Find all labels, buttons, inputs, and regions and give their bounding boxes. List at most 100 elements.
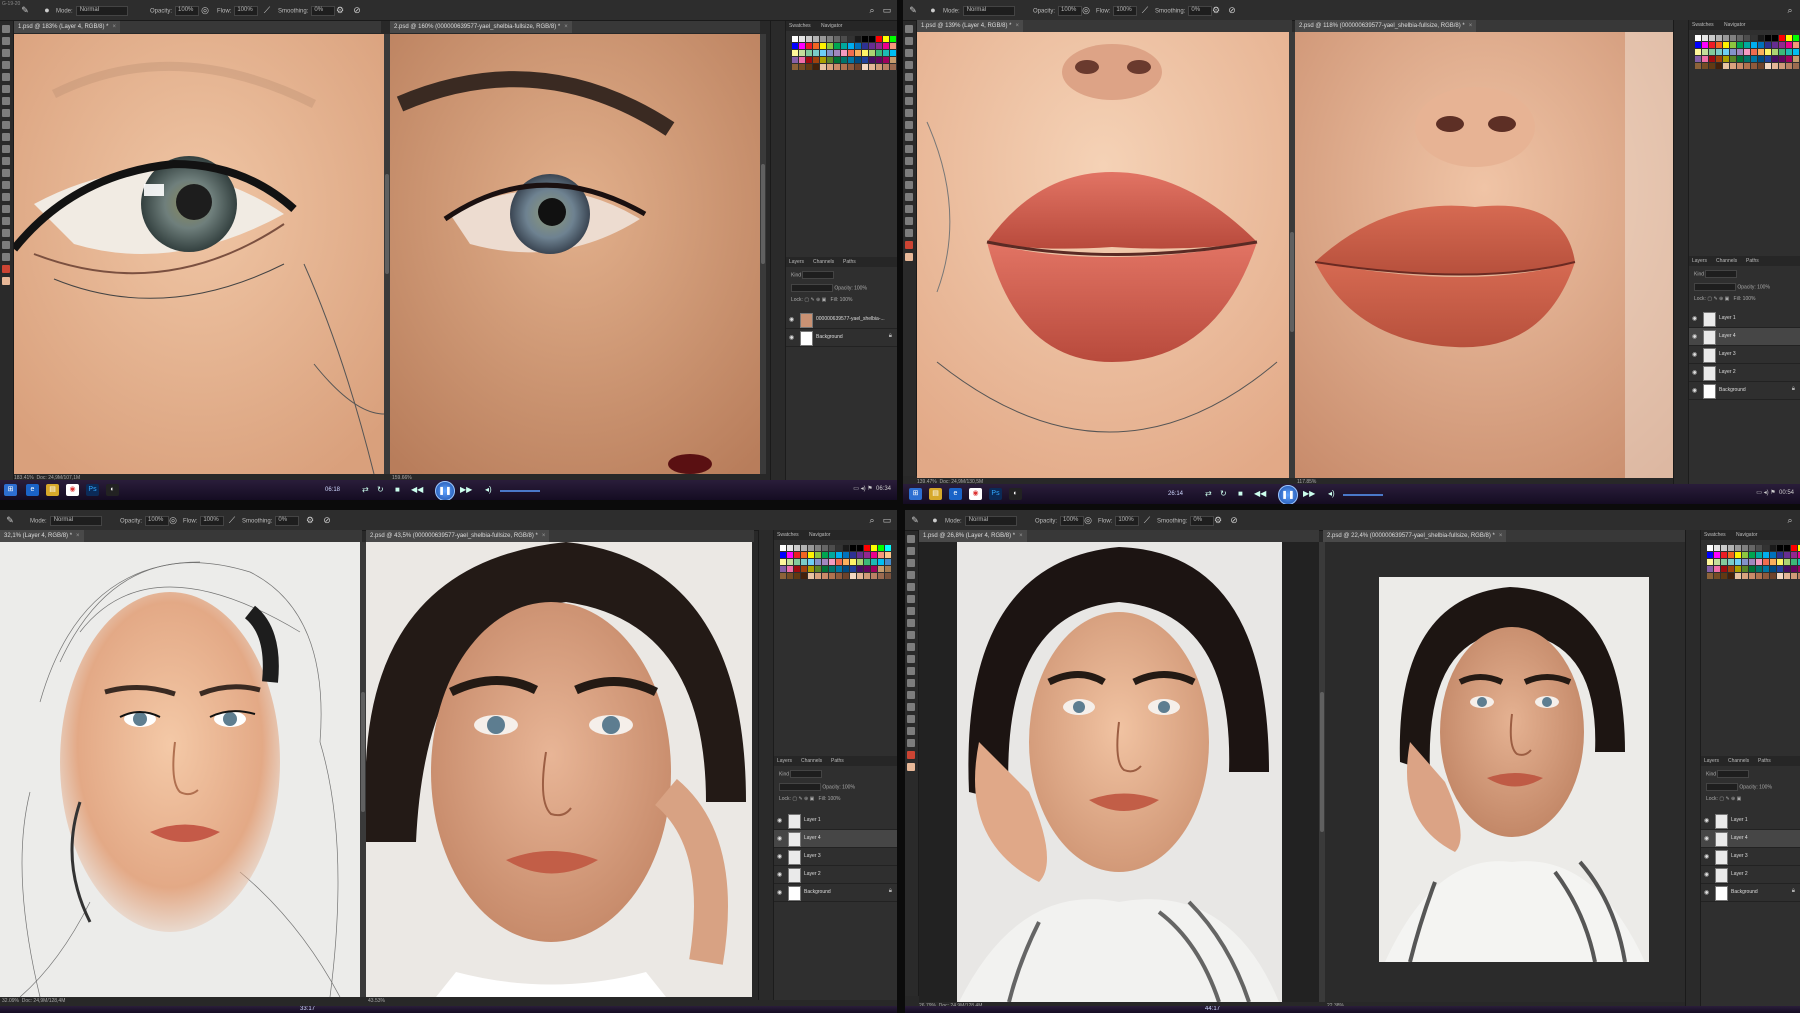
color-swatch[interactable] xyxy=(780,559,786,565)
reference-canvas[interactable] xyxy=(1295,32,1673,478)
tab-channels[interactable]: Channels xyxy=(1728,758,1749,764)
close-tab-icon[interactable]: × xyxy=(1019,533,1023,539)
color-swatch[interactable] xyxy=(1749,573,1755,579)
color-swatch[interactable] xyxy=(820,50,826,56)
color-swatch[interactable] xyxy=(1714,559,1720,565)
fast-forward-icon[interactable]: ▶▶ xyxy=(1303,489,1315,498)
visibility-eye-icon[interactable]: ◉ xyxy=(789,334,794,341)
color-swatch[interactable] xyxy=(1737,63,1743,69)
color-swatch[interactable] xyxy=(841,36,847,42)
color-swatch[interactable] xyxy=(834,43,840,49)
close-tab-icon[interactable]: × xyxy=(76,533,80,539)
color-swatch[interactable] xyxy=(876,43,882,49)
color-swatch[interactable] xyxy=(843,559,849,565)
settings-gear-icon[interactable]: ⚙ xyxy=(1211,5,1221,15)
color-swatch[interactable] xyxy=(780,566,786,572)
smoothing-control[interactable]: Smoothing: 0% xyxy=(278,6,336,16)
layer-row[interactable]: ◉ Background 🔒︎ xyxy=(786,329,897,347)
color-swatch[interactable] xyxy=(1730,56,1736,62)
color-swatch[interactable] xyxy=(1793,35,1799,41)
tab-swatches[interactable]: Swatches xyxy=(1692,22,1714,28)
color-swatch[interactable] xyxy=(878,566,884,572)
blur-tool-icon[interactable] xyxy=(2,169,10,177)
color-swatch[interactable] xyxy=(1737,49,1743,55)
color-swatch[interactable] xyxy=(806,36,812,42)
marquee-tool-icon[interactable] xyxy=(907,547,915,555)
document-tab-1[interactable]: 1.psd @ 183% (Layer 4, RGB/8) * × xyxy=(14,21,381,33)
color-swatch[interactable] xyxy=(890,43,896,49)
color-swatch[interactable] xyxy=(822,566,828,572)
color-swatch[interactable] xyxy=(1702,42,1708,48)
color-swatch[interactable] xyxy=(871,566,877,572)
swatch-grid[interactable] xyxy=(780,545,891,579)
color-swatch[interactable] xyxy=(871,552,877,558)
photoshop-icon[interactable]: Ps xyxy=(989,488,1002,500)
painting-canvas[interactable] xyxy=(919,542,1319,1002)
color-swatch[interactable] xyxy=(1744,42,1750,48)
color-swatch[interactable] xyxy=(806,43,812,49)
color-swatch[interactable] xyxy=(883,50,889,56)
color-swatch[interactable] xyxy=(1709,63,1715,69)
color-swatch[interactable] xyxy=(1749,566,1755,572)
color-swatch[interactable] xyxy=(801,566,807,572)
color-swatch[interactable] xyxy=(820,36,826,42)
color-swatch[interactable] xyxy=(834,50,840,56)
color-swatch[interactable] xyxy=(1749,545,1755,551)
visibility-eye-icon[interactable]: ◉ xyxy=(1692,351,1697,358)
fast-forward-icon[interactable]: ▶▶ xyxy=(460,485,472,494)
visibility-eye-icon[interactable]: ◉ xyxy=(777,835,782,842)
tab-paths[interactable]: Paths xyxy=(843,259,856,265)
color-swatch[interactable] xyxy=(1765,63,1771,69)
media-player-icon[interactable]: ◐ xyxy=(1009,488,1022,500)
color-swatch[interactable] xyxy=(1716,63,1722,69)
color-swatch[interactable] xyxy=(1791,545,1797,551)
color-swatch[interactable] xyxy=(890,36,896,42)
tab-reference[interactable]: 2.psd @ 43,5% (000000639577-yael_shelbia… xyxy=(366,530,550,542)
color-swatch[interactable] xyxy=(869,50,875,56)
color-swatch[interactable] xyxy=(836,559,842,565)
color-swatch[interactable] xyxy=(1791,559,1797,565)
color-swatch[interactable] xyxy=(850,566,856,572)
color-swatch[interactable] xyxy=(1728,545,1734,551)
quick-select-tool-icon[interactable] xyxy=(905,61,913,69)
color-swatch[interactable] xyxy=(857,573,863,579)
color-swatch[interactable] xyxy=(1702,49,1708,55)
rewind-icon[interactable]: ◀◀ xyxy=(1254,489,1266,498)
color-swatch[interactable] xyxy=(787,545,793,551)
color-swatch[interactable] xyxy=(1793,49,1799,55)
color-swatch[interactable] xyxy=(864,566,870,572)
color-swatch[interactable] xyxy=(862,50,868,56)
eraser-tool-icon[interactable] xyxy=(2,145,10,153)
color-swatch[interactable] xyxy=(1786,42,1792,48)
color-swatch[interactable] xyxy=(806,57,812,63)
color-swatch[interactable] xyxy=(1728,566,1734,572)
hand-tool-icon[interactable] xyxy=(907,727,915,735)
brush-tool-icon[interactable] xyxy=(907,619,915,627)
color-swatch[interactable] xyxy=(1707,545,1713,551)
blend-mode-row[interactable]: Opacity: 100% xyxy=(791,284,867,293)
gradient-tool-icon[interactable] xyxy=(2,157,10,165)
color-swatch[interactable] xyxy=(834,57,840,63)
document-tab-2[interactable]: 2.psd @ 160% (000000639577-yael_shelbia-… xyxy=(390,21,760,33)
layer-row[interactable]: ◉ Layer 1 xyxy=(1701,812,1800,830)
foreground-color-swatch[interactable] xyxy=(2,265,10,273)
layers-tabs[interactable]: Layers Channels Paths xyxy=(786,257,897,267)
color-swatch[interactable] xyxy=(827,50,833,56)
close-tab-icon[interactable]: × xyxy=(1499,533,1503,539)
tab-navigator[interactable]: Navigator xyxy=(809,532,830,538)
color-swatch[interactable] xyxy=(1772,56,1778,62)
color-swatch[interactable] xyxy=(1786,35,1792,41)
color-swatch[interactable] xyxy=(787,552,793,558)
symmetry-icon[interactable]: ⊘ xyxy=(1227,5,1237,15)
tab-channels[interactable]: Channels xyxy=(801,758,822,764)
color-swatch[interactable] xyxy=(1777,573,1783,579)
color-swatch[interactable] xyxy=(822,545,828,551)
swatches-tabs[interactable]: Swatches Navigator xyxy=(1689,20,1800,30)
pressure-opacity-icon[interactable]: ◎ xyxy=(1081,5,1091,15)
mode-control[interactable]: Mode: Normal xyxy=(945,516,1017,526)
color-swatch[interactable] xyxy=(794,566,800,572)
tab-channels[interactable]: Channels xyxy=(1716,258,1737,264)
color-swatch[interactable] xyxy=(871,559,877,565)
color-swatch[interactable] xyxy=(883,57,889,63)
color-swatch[interactable] xyxy=(1784,566,1790,572)
